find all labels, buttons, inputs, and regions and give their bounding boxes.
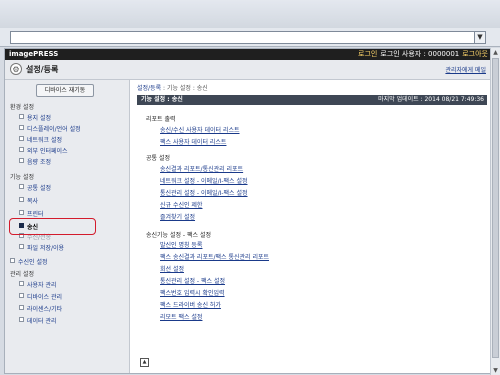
group-common-title: 공통 설정 xyxy=(146,155,170,162)
breadcrumb-link[interactable]: 설정/등록 xyxy=(137,85,161,92)
bullet-icon xyxy=(10,258,15,263)
sidebar-item-paper[interactable]: 용지 설정 xyxy=(19,113,51,122)
sidebar-item-device[interactable]: 디바이스 관리 xyxy=(19,292,62,301)
address-bar[interactable]: ▼ xyxy=(10,31,486,44)
sidebar-section-function[interactable]: 기능 설정 xyxy=(10,172,34,181)
main-content: 설정/등록 : 기능 설정 : 송신 기능 설정 : 송신 마지막 업데이트 :… xyxy=(130,80,492,373)
sidebar-section-env[interactable]: 환경 설정 xyxy=(10,102,34,111)
group-fax-title: 송신기능 설정 - 팩스 설정 xyxy=(146,232,211,239)
scroll-down-icon[interactable]: ▼ xyxy=(491,366,500,375)
admin-mail-link[interactable]: 관리자에게 메일 xyxy=(445,65,486,74)
bullet-icon xyxy=(19,184,24,189)
bullet-icon xyxy=(19,158,24,163)
user-label: 로그인 사용자 : 0000001 xyxy=(380,50,460,58)
sidebar-section-management[interactable]: 관리 설정 xyxy=(10,269,34,278)
bullet-icon xyxy=(19,305,24,310)
link-remote-fax[interactable]: 리모트 팩스 설정 xyxy=(160,312,202,321)
scroll-up-icon[interactable]: ▲ xyxy=(491,48,500,57)
sidebar-item-volume[interactable]: 음량 조정 xyxy=(19,157,51,166)
link-new-dest-restrict[interactable]: 신규 수신인 제한 xyxy=(160,200,202,209)
link-fax-list[interactable]: 팩스 사용자 데이터 리스트 xyxy=(160,137,226,146)
sidebar-item-display[interactable]: 디스플레이/언어 설정 xyxy=(19,124,81,133)
link-fax-comm-settings[interactable]: 통신관리 설정 - 팩스 설정 xyxy=(160,276,225,285)
bullet-icon xyxy=(19,293,24,298)
sidebar-item-interface[interactable]: 외부 인터페이스 xyxy=(19,146,68,155)
link-network-settings[interactable]: 네트워크 설정 - 이메일/I-팩스 설정 xyxy=(160,176,248,185)
bullet-icon xyxy=(19,136,24,141)
sidebar-item-data[interactable]: 데이터 관리 xyxy=(19,316,57,325)
sidebar-section-destination[interactable]: 수신인 설정 xyxy=(10,257,48,266)
user-info: 로그인 로그인 사용자 : 0000001 로그아웃 xyxy=(358,49,488,60)
address-dropdown-icon[interactable]: ▼ xyxy=(474,32,485,43)
bullet-icon xyxy=(19,210,24,215)
sidebar-item-storage[interactable]: 파일 저장/이용 xyxy=(19,243,64,252)
login-link[interactable]: 로그인 xyxy=(358,50,377,58)
link-sender-name[interactable]: 발신인 명칭 등록 xyxy=(160,240,202,249)
sidebar-item-users[interactable]: 사용자 관리 xyxy=(19,280,57,289)
app-window: imagePRESS 로그인 로그인 사용자 : 0000001 로그아웃 ⚙ 설정… xyxy=(4,48,493,374)
breadcrumb: 설정/등록 : 기능 설정 : 송신 xyxy=(137,85,208,92)
bullet-icon xyxy=(19,125,24,130)
link-send-recv-list[interactable]: 송신/수신 사용자 데이터 리스트 xyxy=(160,125,240,134)
link-line-settings[interactable]: 회선 설정 xyxy=(160,264,184,273)
sidebar-item-printer[interactable]: 프린터 xyxy=(19,209,44,218)
selection-highlight xyxy=(9,218,96,235)
link-send-result-report[interactable]: 송신결과 리포트/통신관리 리포트 xyxy=(160,164,243,173)
link-comm-settings[interactable]: 통신관리 설정 - 이메일/I-팩스 설정 xyxy=(160,188,248,197)
bullet-icon xyxy=(19,281,24,286)
app-header: imagePRESS 로그인 로그인 사용자 : 0000001 로그아웃 xyxy=(5,49,492,60)
section-title: 기능 설정 : 송신 xyxy=(141,96,183,103)
page-title: 설정/등록 xyxy=(26,65,59,74)
last-updated: 마지막 업데이트 : 2014 08/21 7:49:36 xyxy=(378,96,484,103)
bullet-icon xyxy=(19,197,24,202)
sidebar-item-license[interactable]: 라이센스/기타 xyxy=(19,304,62,313)
logout-link[interactable]: 로그아웃 xyxy=(462,50,488,58)
sidebar-item-network[interactable]: 네트워크 설정 xyxy=(19,135,62,144)
link-fax-number-confirm[interactable]: 팩스번호 입력시 확인입력 xyxy=(160,288,225,297)
address-row: ▼ xyxy=(0,28,500,47)
link-fax-driver[interactable]: 팩스 드라이버 송신 허가 xyxy=(160,300,221,309)
bullet-icon xyxy=(19,147,24,152)
bullet-icon xyxy=(19,114,24,119)
bullet-icon xyxy=(19,317,24,322)
group-report-title: 리포트 출력 xyxy=(146,116,176,123)
browser-toolbar xyxy=(0,0,500,29)
link-fax-result-report[interactable]: 팩스 송신결과 리포트/팩스 통신관리 리포트 xyxy=(160,252,269,261)
sidebar-item-common[interactable]: 공통 설정 xyxy=(19,183,51,192)
page-top-icon[interactable]: ▲ xyxy=(140,358,149,367)
link-favorites[interactable]: 즐겨찾기 설정 xyxy=(160,212,195,221)
settings-icon: ⚙ xyxy=(10,63,22,75)
brand-logo: imagePRESS xyxy=(9,50,59,58)
sidebar-item-copy[interactable]: 복사 xyxy=(19,196,38,205)
title-bar: ⚙ 설정/등록 관리자에게 메일 xyxy=(5,60,492,80)
bullet-icon xyxy=(19,244,24,249)
sidebar: 디바이스 재기동 환경 설정 용지 설정 디스플레이/언어 설정 네트워크 설정… xyxy=(5,80,130,373)
scroll-thumb[interactable] xyxy=(492,58,499,358)
section-header: 기능 설정 : 송신 마지막 업데이트 : 2014 08/21 7:49:36 xyxy=(137,95,487,105)
browser-scrollbar[interactable]: ▲ ▼ xyxy=(490,48,500,375)
device-restart-button[interactable]: 디바이스 재기동 xyxy=(36,84,94,97)
